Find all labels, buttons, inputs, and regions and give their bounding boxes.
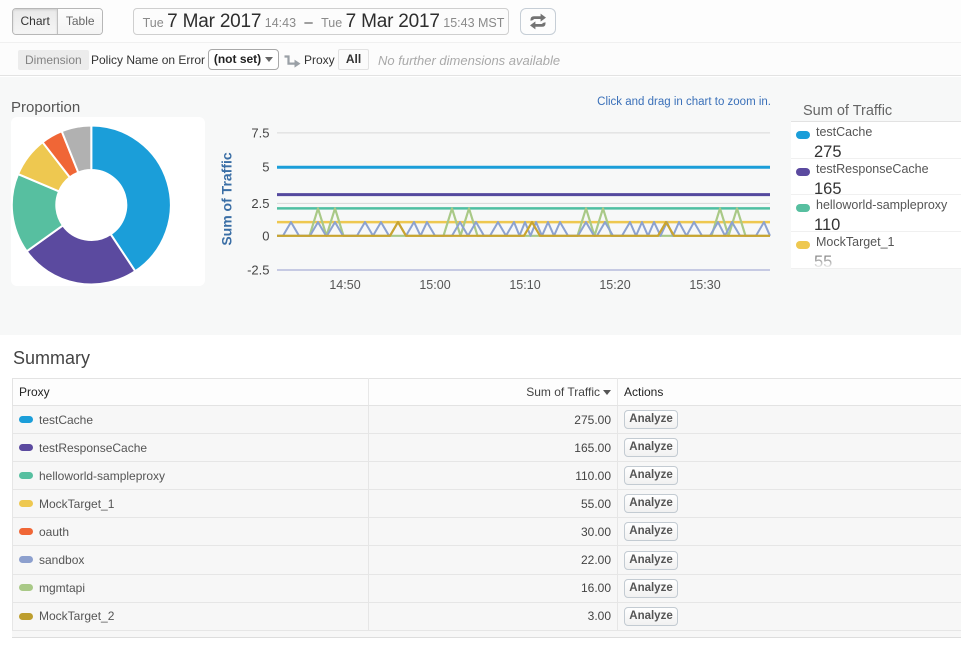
svg-text:15:30: 15:30 [689, 278, 720, 292]
svg-text:5: 5 [262, 160, 269, 175]
svg-text:-2.5: -2.5 [247, 263, 269, 278]
svg-text:15:10: 15:10 [509, 278, 540, 292]
svg-text:7.5: 7.5 [251, 125, 269, 140]
svg-text:15:20: 15:20 [599, 278, 630, 292]
svg-text:Sum of Traffic: Sum of Traffic [219, 152, 235, 246]
svg-text:15:00: 15:00 [419, 278, 450, 292]
svg-text:14:50: 14:50 [329, 278, 360, 292]
svg-text:0: 0 [262, 228, 269, 243]
svg-text:2.5: 2.5 [251, 196, 269, 211]
